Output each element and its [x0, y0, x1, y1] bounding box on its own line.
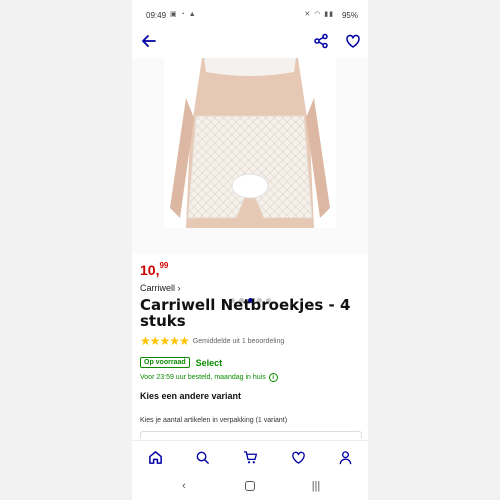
recents-icon[interactable]: ||| — [309, 479, 323, 493]
tab-wishlist[interactable] — [289, 448, 307, 466]
system-navigation-bar: ‹ ||| — [132, 472, 368, 500]
tab-cart[interactable] — [241, 448, 259, 466]
cart-icon — [243, 450, 257, 463]
signal-icons: ✕ ◠ ▮▮ — [304, 11, 334, 18]
status-time: 09:49 — [146, 11, 167, 20]
info-icon[interactable]: i — [268, 373, 278, 382]
price-whole: 10, — [140, 262, 160, 278]
bottom-tab-bar — [132, 440, 368, 470]
price-fraction: 99 — [159, 261, 169, 270]
product-title: Carriwell Netbroekjes - 4 stuks — [140, 296, 351, 330]
phone-screen: 09:49 ▣ ◔ ▲ ✕ ◠ ▮▮ 95% 10,99 Carriwell ›… — [132, 0, 368, 500]
delivery-text: Voor 23:59 uur besteld, maandag in huis — [140, 374, 266, 381]
share-button[interactable] — [309, 29, 333, 53]
availability-row: Op voorraad Select — [140, 357, 222, 368]
delivery-info: Voor 23:59 uur besteld, maandag in huis … — [140, 373, 278, 382]
heart-icon — [291, 451, 305, 464]
product-image — [164, 58, 336, 228]
heart-icon — [346, 34, 360, 48]
rating-stars: ★★★★★ — [140, 334, 190, 348]
variant-subheading: Kies je aantal artikelen in verpakking (… — [140, 417, 288, 424]
battery-level: 95% — [341, 11, 358, 20]
product-price: 10,99 — [140, 261, 169, 278]
stock-badge: Op voorraad — [140, 357, 190, 368]
variant-heading: Kies een andere variant — [140, 391, 242, 401]
product-image-gallery[interactable] — [132, 58, 368, 303]
notification-icons: ▣ ◔ ▲ — [170, 11, 197, 18]
back-chevron-icon[interactable]: ‹ — [177, 479, 191, 493]
home-icon — [148, 450, 162, 464]
share-icon — [314, 33, 328, 49]
back-arrow-icon — [142, 35, 156, 47]
tab-search[interactable] — [193, 448, 211, 466]
variant-selector[interactable] — [140, 431, 362, 439]
account-icon — [339, 450, 351, 464]
search-icon — [196, 451, 209, 464]
product-rating[interactable]: ★★★★★ Gemiddelde uit 1 beoordeling — [140, 334, 284, 348]
back-button[interactable] — [137, 29, 161, 53]
brand-link[interactable]: Carriwell › — [140, 283, 181, 293]
select-label: Select — [195, 357, 223, 368]
rating-text: Gemiddelde uit 1 beoordeling — [192, 337, 285, 345]
tab-home[interactable] — [146, 448, 164, 466]
tab-account[interactable] — [336, 448, 354, 466]
favorite-button[interactable] — [341, 29, 365, 53]
status-bar: 09:49 ▣ ◔ ▲ ✕ ◠ ▮▮ 95% — [132, 0, 368, 24]
home-circle-icon[interactable] — [243, 479, 257, 493]
top-navigation — [132, 26, 368, 56]
